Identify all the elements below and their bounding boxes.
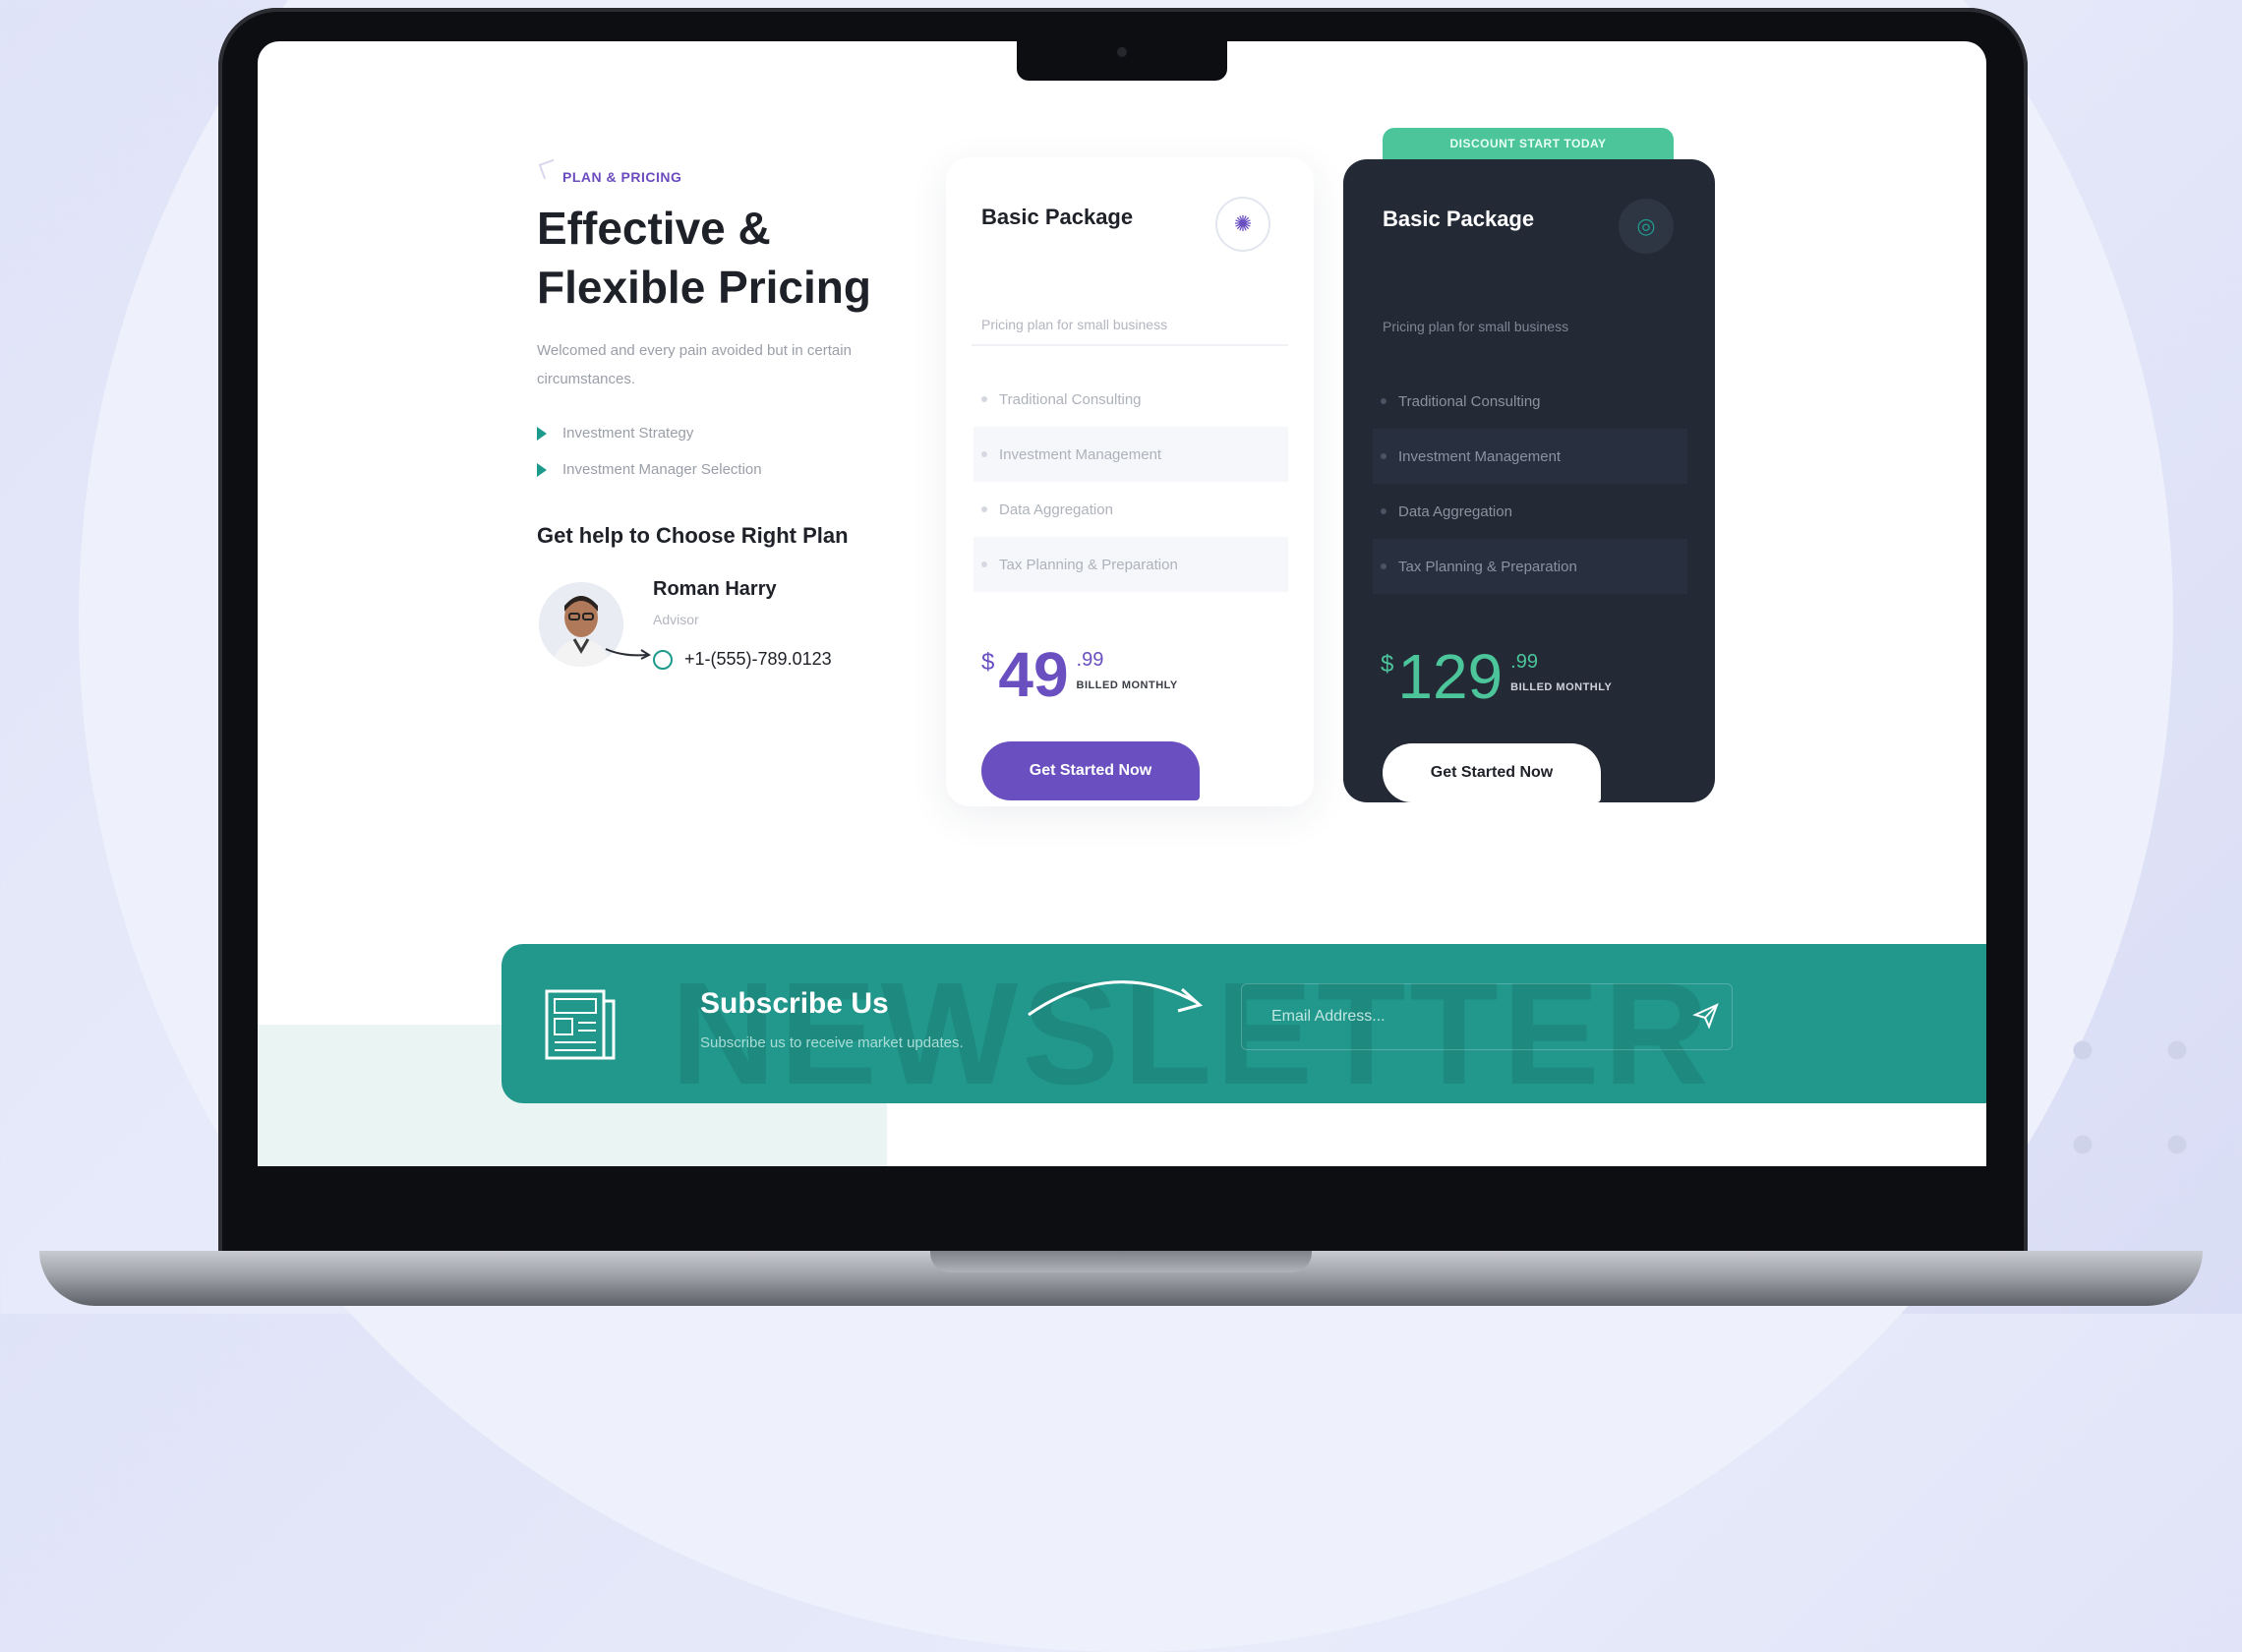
feature-item: Traditional Consulting <box>1373 374 1687 429</box>
play-arrow-icon <box>537 426 547 441</box>
advisor-name: Roman Harry <box>653 578 777 600</box>
laptop-notch <box>1017 39 1227 81</box>
section-lead-text: Welcomed and every pain avoided but in c… <box>537 342 852 387</box>
decorative-dots <box>2036 1003 2242 1219</box>
bullet-item: Investment Manager Selection <box>537 451 762 488</box>
camera <box>1117 47 1127 57</box>
phone-number: +1-(555)-789.0123 <box>684 649 832 669</box>
price-cents: .99 <box>1510 651 1538 673</box>
target-icon: ◎ <box>1619 199 1674 254</box>
news-icon <box>545 989 616 1060</box>
pricing-card-basic: Basic Package ✺ Pricing plan for small b… <box>946 157 1314 806</box>
feature-list: Traditional Consulting Investment Manage… <box>1373 374 1687 594</box>
price-amount: 49 <box>998 639 1069 710</box>
price-amount: 129 <box>1397 641 1504 712</box>
email-input[interactable] <box>1241 983 1733 1050</box>
feature-item: Data Aggregation <box>1373 484 1687 539</box>
bullet-label: Investment Manager Selection <box>562 461 762 478</box>
section-headline: Effective & Flexible Pricing <box>537 203 871 313</box>
play-arrow-icon <box>537 462 547 477</box>
billed-label: BILLED MONTHLY <box>1076 679 1178 691</box>
newsletter-subtitle: Subscribe us to receive market updates. <box>700 1034 964 1051</box>
price-currency: $ <box>1381 651 1394 678</box>
billed-label: BILLED MONTHLY <box>1510 681 1613 693</box>
price-currency: $ <box>981 649 995 676</box>
bullet-item: Investment Strategy <box>537 415 762 451</box>
pricing-card-featured: Basic Package ◎ Pricing plan for small b… <box>1343 159 1715 802</box>
plan-price: $ 129 .99 BILLED MONTHLY <box>1381 645 1612 708</box>
advisor-phone[interactable]: +1-(555)-789.0123 <box>653 649 832 670</box>
card-divider <box>972 344 1288 346</box>
feature-item: Tax Planning & Preparation <box>974 537 1288 592</box>
get-started-button[interactable]: Get Started Now <box>1383 743 1601 802</box>
laptop-base-notch <box>930 1251 1312 1272</box>
plan-subtitle: Pricing plan for small business <box>981 317 1168 332</box>
get-started-button[interactable]: Get Started Now <box>981 741 1200 800</box>
whatsapp-icon <box>653 649 673 670</box>
newsletter-title: Subscribe Us <box>700 987 889 1020</box>
plan-subtitle: Pricing plan for small business <box>1383 319 1569 334</box>
price-cents: .99 <box>1076 649 1104 671</box>
feature-list: Traditional Consulting Investment Manage… <box>974 372 1288 592</box>
send-icon[interactable] <box>1691 1001 1721 1031</box>
plan-title: Basic Package <box>981 205 1134 229</box>
plan-title: Basic Package <box>1383 206 1535 231</box>
feature-item: Investment Management <box>1373 429 1687 484</box>
feature-item: Tax Planning & Preparation <box>1373 539 1687 594</box>
feature-bullets: Investment Strategy Investment Manager S… <box>537 415 762 488</box>
newsletter-icon-box <box>502 944 659 1103</box>
bullet-label: Investment Strategy <box>562 425 694 442</box>
section-eyebrow: PLAN & PRICING <box>562 169 682 185</box>
advisor-role: Advisor <box>653 612 699 627</box>
arrow-decoration-icon <box>605 648 652 660</box>
laptop-screen: PLAN & PRICING Effective & Flexible Pric… <box>258 41 1986 1166</box>
eyebrow-mark-icon <box>538 158 560 180</box>
curved-arrow-icon <box>1028 980 1204 1017</box>
feature-item: Investment Management <box>974 427 1288 482</box>
plan-price: $ 49 .99 BILLED MONTHLY <box>981 643 1178 706</box>
help-title: Get help to Choose Right Plan <box>537 523 849 548</box>
lightbulb-icon: ✺ <box>1215 197 1270 252</box>
feature-item: Traditional Consulting <box>974 372 1288 427</box>
feature-item: Data Aggregation <box>974 482 1288 537</box>
